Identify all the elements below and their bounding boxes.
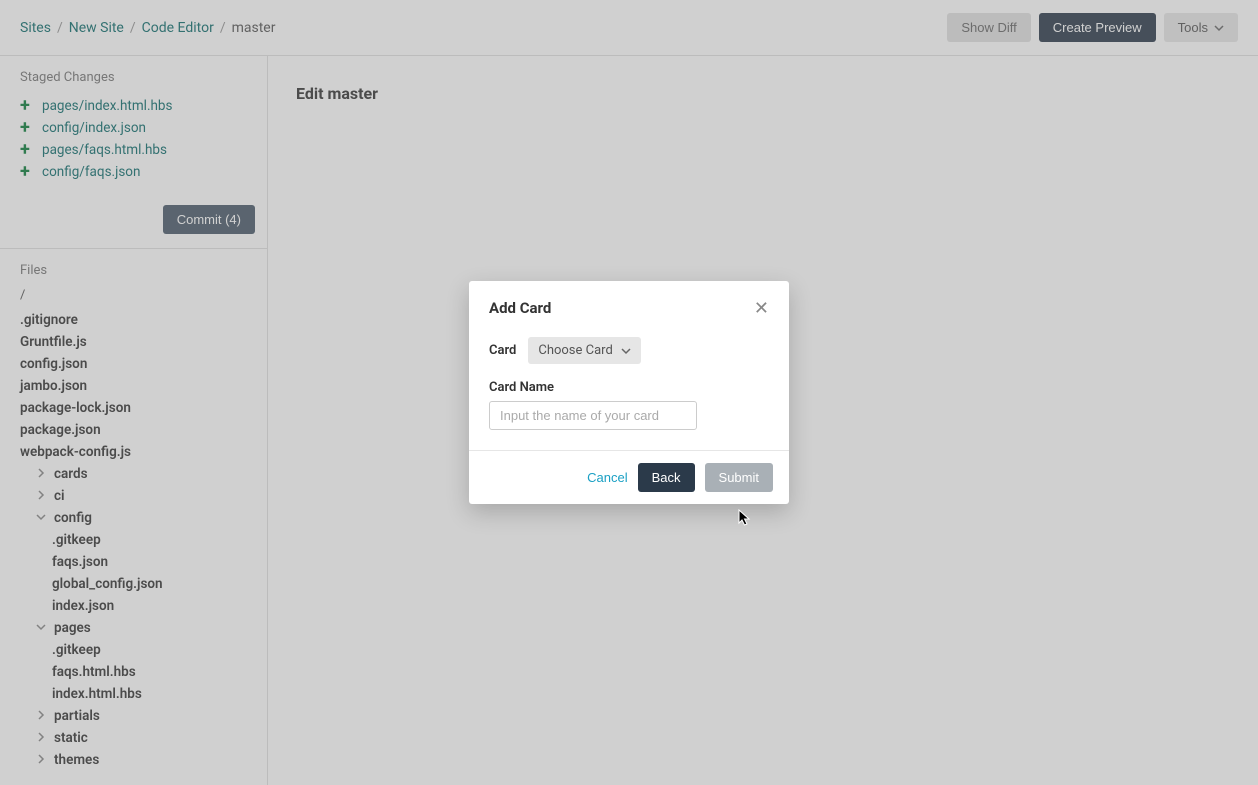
modal-body: Card Choose Card Card Name [469, 327, 789, 450]
choose-card-select[interactable]: Choose Card [528, 337, 640, 364]
card-name-label: Card Name [489, 380, 769, 395]
modal-title: Add Card [489, 299, 551, 317]
card-row: Card Choose Card [489, 337, 769, 364]
add-card-modal: Add Card ✕ Card Choose Card Card Name Ca… [469, 281, 789, 504]
modal-footer: Cancel Back Submit [469, 450, 789, 504]
card-name-input[interactable] [489, 401, 697, 430]
modal-overlay[interactable]: Add Card ✕ Card Choose Card Card Name Ca… [0, 0, 1258, 785]
cancel-button[interactable]: Cancel [587, 470, 627, 485]
submit-button[interactable]: Submit [705, 463, 773, 492]
modal-header: Add Card ✕ [469, 281, 789, 327]
card-label: Card [489, 343, 516, 358]
choose-card-text: Choose Card [538, 343, 612, 358]
chevron-down-icon [621, 346, 631, 356]
back-button[interactable]: Back [638, 463, 695, 492]
close-icon[interactable]: ✕ [754, 299, 769, 317]
card-name-row: Card Name [489, 380, 769, 430]
